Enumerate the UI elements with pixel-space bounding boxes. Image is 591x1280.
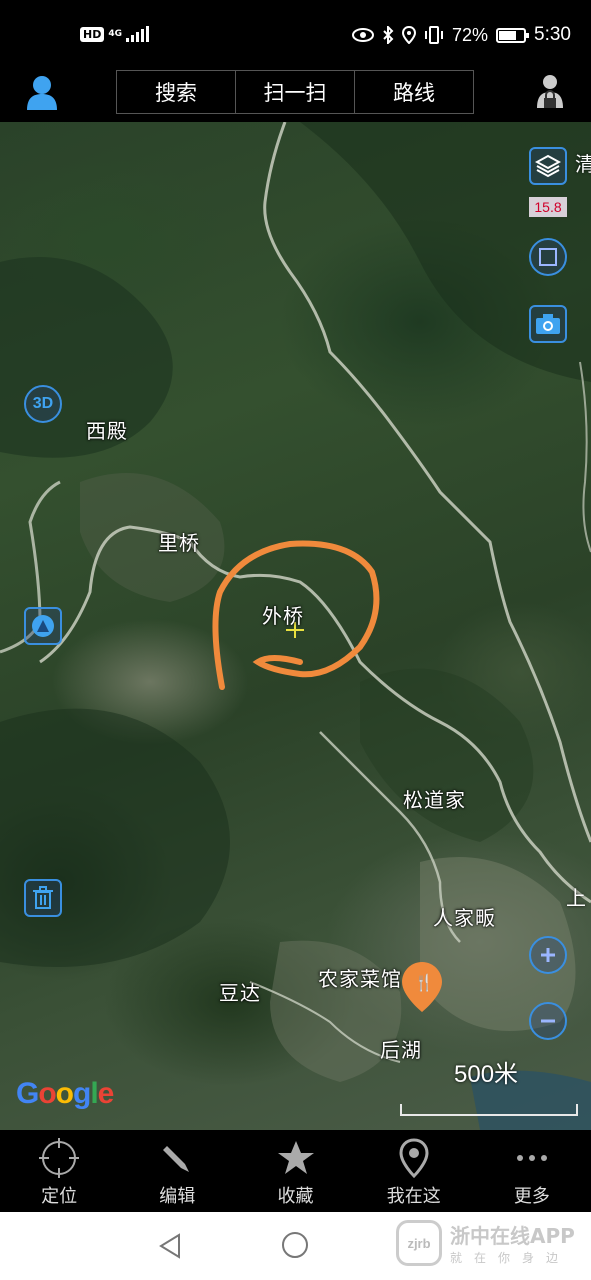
toolbar-favorites-label: 收藏 — [277, 1186, 314, 1207]
scale-bar — [400, 1104, 578, 1116]
place-label-waiqiao: 外桥 — [262, 604, 304, 628]
vibrate-icon — [424, 26, 443, 44]
system-nav-bar: zjrb 浙中在线APP 就在你身边 — [0, 1212, 591, 1280]
status-right: 72% 5:30 — [351, 24, 571, 46]
user-icon — [27, 76, 57, 110]
clock: 5:30 — [534, 24, 571, 45]
trash-icon — [33, 886, 53, 909]
compass-button[interactable] — [24, 607, 62, 645]
bottom-toolbar: 定位 编辑 收藏 我在这 更多 — [0, 1130, 591, 1212]
place-label-songdaojia: 松道家 — [403, 788, 466, 812]
user-lock-icon — [537, 75, 563, 108]
layers-icon — [535, 154, 561, 178]
layers-button[interactable] — [529, 147, 567, 185]
user-avatar-button[interactable] — [24, 72, 60, 112]
google-attribution-logo: Google — [16, 1077, 114, 1110]
network-type: 4G — [108, 29, 122, 39]
battery-icon — [496, 27, 530, 43]
zoom-level-badge: 15.8 — [529, 197, 567, 217]
location-icon — [401, 26, 416, 44]
eye-icon — [351, 28, 374, 42]
3d-label: 3D — [32, 395, 54, 412]
watermark-logo: zjrb — [396, 1220, 442, 1266]
battery-percent: 72% — [451, 24, 489, 45]
toolbar-here[interactable]: 我在这 — [355, 1130, 473, 1212]
compass-icon — [32, 615, 54, 637]
crosshair-icon — [39, 1138, 80, 1178]
star-icon — [277, 1141, 314, 1174]
place-label-houhu: 后湖 — [380, 1038, 422, 1062]
edge-label-top: 清 — [575, 152, 591, 176]
toolbar-edit-label: 编辑 — [159, 1186, 196, 1207]
watermark-subtitle: 就在你身边 — [450, 1251, 571, 1265]
watermark: zjrb 浙中在线APP 就在你身边 — [396, 1220, 575, 1266]
place-label-xidian: 西殿 — [86, 419, 128, 443]
camera-icon — [536, 314, 560, 334]
status-left: HD 4G — [80, 26, 149, 42]
toolbar-locate-label: 定位 — [41, 1186, 78, 1207]
plus-icon — [541, 948, 555, 962]
place-label-restaurant: 农家菜馆 — [318, 967, 402, 991]
toolbar-more-label: 更多 — [513, 1186, 550, 1207]
status-bar: HD 4G 72% 5:30 — [0, 0, 591, 70]
home-button[interactable] — [282, 1232, 308, 1258]
watermark-title: 浙中在线APP — [450, 1224, 575, 1248]
zoom-out-button[interactable] — [529, 1002, 567, 1040]
toolbar-locate[interactable]: 定位 — [0, 1130, 118, 1212]
edge-label-bottom: 上 — [566, 886, 586, 910]
screenshot-button[interactable] — [529, 305, 567, 343]
place-label-renjiafan: 人家畈 — [433, 906, 496, 930]
back-icon[interactable] — [157, 1232, 183, 1260]
main-tabs: 搜索 扫一扫 路线 — [116, 70, 474, 114]
toolbar-more[interactable]: 更多 — [473, 1130, 591, 1212]
place-label-douda: 豆达 — [219, 981, 261, 1005]
pencil-icon — [163, 1146, 190, 1172]
satellite-map[interactable]: 🍴 西殿 里桥 外桥 松道家 人家畈 农家菜馆 豆达 后湖 清 上 15.8 3… — [0, 122, 591, 1130]
svg-text:🍴: 🍴 — [414, 973, 434, 992]
watermark-text: 浙中在线APP 就在你身边 — [450, 1220, 575, 1266]
toolbar-here-label: 我在这 — [386, 1186, 441, 1207]
delete-button[interactable] — [24, 879, 62, 917]
square-icon — [539, 248, 557, 266]
signal-icon — [126, 26, 149, 42]
measure-area-button[interactable] — [529, 238, 567, 276]
place-label-liqiao: 里桥 — [158, 531, 200, 555]
3d-toggle-button[interactable]: 3D — [24, 385, 62, 423]
more-icon — [516, 1155, 547, 1161]
toolbar-favorites[interactable]: 收藏 — [236, 1130, 354, 1212]
toolbar-edit[interactable]: 编辑 — [118, 1130, 236, 1212]
pin-icon — [399, 1138, 429, 1178]
zoom-in-button[interactable] — [529, 936, 567, 974]
minus-icon — [541, 1019, 555, 1023]
account-lock-button[interactable] — [535, 72, 565, 112]
scale-label: 500米 — [454, 1061, 519, 1088]
tab-route[interactable]: 路线 — [355, 71, 473, 113]
top-bar: 搜索 扫一扫 路线 — [0, 70, 591, 122]
hd-badge: HD — [80, 26, 105, 42]
tab-search[interactable]: 搜索 — [117, 71, 236, 113]
bluetooth-icon — [383, 26, 394, 44]
tab-scan[interactable]: 扫一扫 — [236, 71, 355, 113]
